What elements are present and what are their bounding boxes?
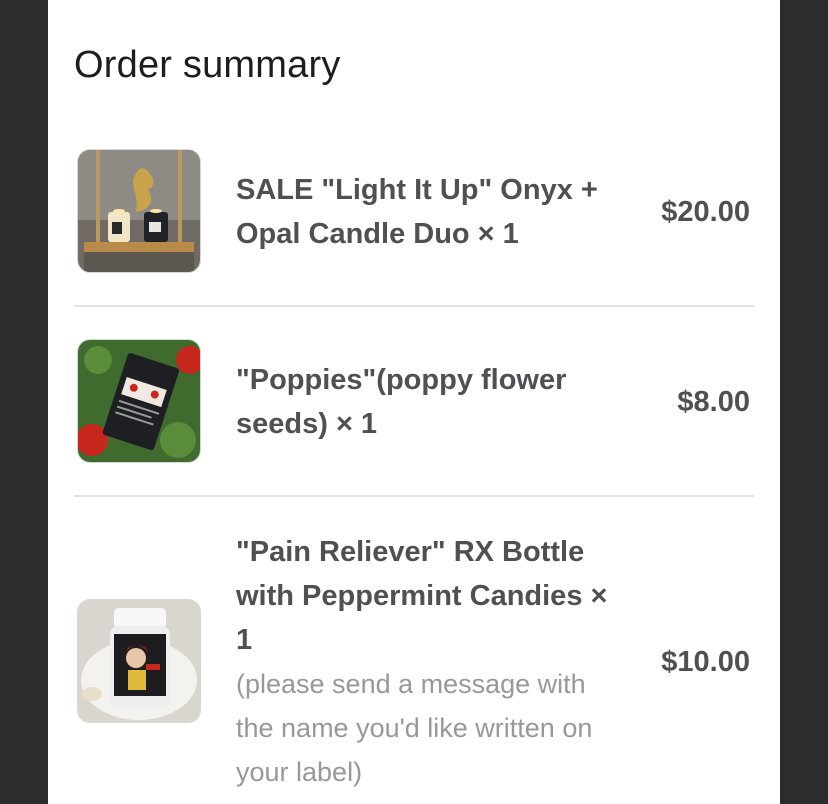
line-item: "Poppies"(poppy flower seeds) × 1 $8.00 [74, 340, 754, 464]
item-price: $8.00 [677, 386, 750, 418]
item-name-text: "Pain Reliever" RX Bottle with Peppermin… [236, 536, 608, 656]
order-summary-title: Order summary [74, 44, 341, 86]
product-thumbnail-candle-duo [78, 150, 200, 272]
line-item: "Pain Reliever" RX Bottle with Peppermin… [74, 530, 754, 804]
divider [74, 495, 754, 497]
item-name: "Pain Reliever" RX Bottle with Peppermin… [236, 530, 616, 794]
item-name: SALE "Light It Up" Onyx + Opal Candle Du… [236, 174, 598, 250]
product-thumbnail-poppy-seeds [78, 340, 200, 462]
product-thumbnail-rx-bottle [78, 600, 200, 722]
item-note: (please send a message with the name you… [236, 669, 593, 787]
item-price: $10.00 [661, 646, 750, 678]
order-summary-panel: Order summary SALE "Light It Up" Onyx + … [48, 0, 780, 804]
item-price: $20.00 [661, 196, 750, 228]
divider [74, 305, 754, 307]
line-item: SALE "Light It Up" Onyx + Opal Candle Du… [74, 150, 754, 274]
item-name: "Poppies"(poppy flower seeds) × 1 [236, 364, 567, 440]
